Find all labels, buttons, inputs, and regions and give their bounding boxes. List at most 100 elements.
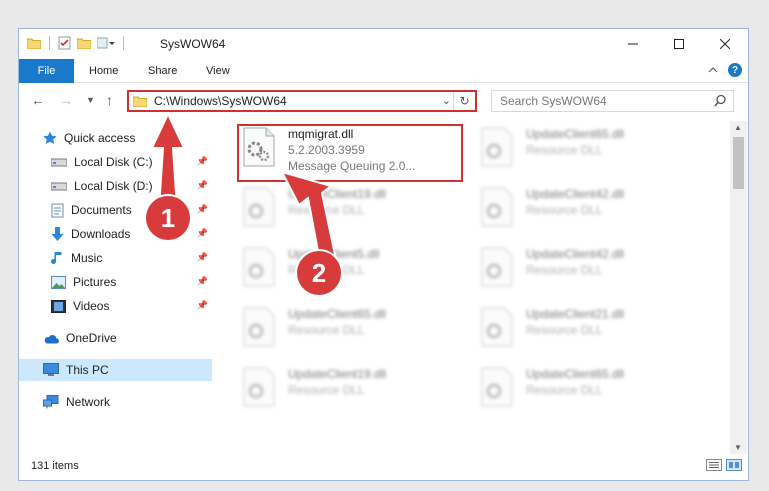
file-type: Resource DLL — [526, 143, 603, 157]
file-type: Resource DLL — [288, 323, 365, 337]
search-box[interactable]: Search SysWOW64 — [491, 90, 734, 112]
refresh-icon[interactable]: ↻ — [453, 92, 475, 110]
file-item[interactable]: UpdateClient5.dll Resource DLL — [236, 241, 464, 293]
file-name: UpdateClient19.dll — [288, 367, 387, 381]
pin-icon: 📌 — [196, 252, 208, 262]
file-item[interactable]: UpdateClient19.dll Resource DLL — [236, 181, 464, 233]
sidebar-item-label: Quick access — [64, 131, 136, 145]
sidebar-item-local-disk-d[interactable]: Local Disk (D:) 📌 — [19, 175, 212, 197]
tab-file[interactable]: File — [19, 59, 74, 83]
file-item[interactable]: UpdateClient42.dll Resource DLL — [474, 241, 702, 293]
sidebar-item-onedrive[interactable]: OneDrive — [19, 327, 212, 349]
pin-icon: 📌 — [196, 180, 208, 190]
pin-icon: 📌 — [196, 300, 208, 310]
sidebar-item-label: Documents — [71, 203, 132, 217]
file-item[interactable]: UpdateClient65.dll Resource DLL — [236, 301, 464, 353]
network-icon — [43, 395, 59, 409]
sidebar-item-network[interactable]: Network — [19, 391, 212, 413]
sidebar-item-pictures[interactable]: Pictures 📌 — [19, 271, 212, 293]
pin-icon: 📌 — [196, 228, 208, 238]
sidebar-item-label: Local Disk (C:) — [74, 155, 153, 169]
back-arrow-icon[interactable]: ← — [31, 92, 45, 108]
file-item[interactable]: UpdateClient19.dll Resource DLL — [236, 361, 464, 413]
file-name: UpdateClient42.dll — [526, 187, 625, 201]
window-title: SysWOW64 — [160, 37, 226, 51]
annotation-callout-1: 1 — [146, 196, 190, 240]
sidebar-item-label: Network — [66, 395, 111, 409]
toolbar-separator — [123, 36, 124, 50]
vertical-scrollbar[interactable]: ▲ ▼ — [730, 121, 747, 454]
navigation-bar: ← → ▼ ↑ C:\Windows\SysWOW64 ⌄ ↻ Search S… — [19, 84, 748, 118]
forward-arrow-icon[interactable]: → — [59, 92, 73, 108]
file-item[interactable]: UpdateClient42.dll Resource DLL — [474, 181, 702, 233]
title-bar: SysWOW64 — [19, 29, 748, 59]
videos-icon — [51, 299, 66, 313]
sidebar-item-label: Downloads — [71, 227, 131, 241]
sidebar-item-label: OneDrive — [66, 331, 117, 345]
sidebar-item-quick-access[interactable]: Quick access — [19, 127, 212, 149]
sidebar-item-this-pc[interactable]: This PC — [19, 359, 212, 381]
scroll-up-icon[interactable]: ▲ — [734, 123, 742, 132]
close-icon — [720, 39, 730, 49]
scroll-down-icon[interactable]: ▼ — [734, 443, 742, 452]
cloud-icon — [44, 334, 59, 343]
download-icon — [51, 226, 64, 241]
folder-icon — [27, 38, 41, 49]
sidebar-item-label: Local Disk (D:) — [74, 179, 153, 193]
ribbon: File Home Share View ? — [19, 59, 748, 83]
dll-file-icon — [481, 367, 513, 407]
file-item[interactable]: UpdateClient65.dll Resource DLL — [474, 121, 702, 173]
details-view-icon[interactable] — [706, 459, 722, 471]
dll-file-icon — [481, 247, 513, 287]
file-name: UpdateClient21.dll — [526, 307, 625, 321]
file-type: Resource DLL — [288, 203, 365, 217]
large-icons-view-icon[interactable] — [726, 459, 742, 471]
tab-share[interactable]: Share — [148, 59, 177, 83]
sidebar-item-label: Pictures — [73, 275, 117, 289]
new-folder-icon[interactable] — [77, 37, 91, 49]
address-path[interactable]: C:\Windows\SysWOW64 — [154, 94, 287, 108]
minimize-icon — [628, 43, 638, 45]
properties-icon[interactable] — [58, 36, 71, 50]
scrollbar-thumb[interactable] — [733, 137, 744, 189]
annotation-callout-2: 2 — [297, 251, 341, 295]
file-type: Resource DLL — [526, 263, 603, 277]
file-item[interactable]: UpdateClient21.dll Resource DLL — [474, 301, 702, 353]
music-icon — [51, 251, 62, 264]
dll-file-icon — [243, 187, 275, 227]
sidebar-item-videos[interactable]: Videos 📌 — [19, 295, 212, 317]
dll-file-icon — [243, 307, 275, 347]
sidebar-item-local-disk-c[interactable]: Local Disk (C:) 📌 — [19, 151, 212, 173]
tab-view[interactable]: View — [206, 59, 230, 83]
maximize-icon — [674, 39, 684, 49]
pin-icon: 📌 — [196, 204, 208, 214]
minimize-button[interactable] — [610, 29, 656, 59]
documents-icon — [51, 203, 64, 217]
dll-file-icon — [481, 187, 513, 227]
drive-icon — [51, 158, 67, 167]
view-switcher — [706, 459, 742, 471]
file-name: UpdateClient42.dll — [526, 247, 625, 261]
file-type: Resource DLL — [526, 203, 603, 217]
pin-icon: 📌 — [196, 276, 208, 286]
file-highlight-box — [237, 124, 463, 182]
tab-home[interactable]: Home — [89, 59, 118, 83]
dll-file-icon — [243, 247, 275, 287]
chevron-down-icon[interactable]: ⌄ — [442, 94, 451, 107]
up-arrow-icon[interactable]: ↑ — [106, 92, 113, 108]
maximize-button[interactable] — [656, 29, 702, 59]
computer-icon — [43, 363, 59, 376]
file-type: Resource DLL — [526, 383, 603, 397]
window-controls — [610, 29, 748, 59]
address-bar[interactable]: C:\Windows\SysWOW64 ⌄ ↻ — [127, 90, 477, 112]
sidebar-item-music[interactable]: Music 📌 — [19, 247, 212, 269]
customize-toolbar-icon[interactable] — [97, 37, 115, 49]
file-item[interactable]: UpdateClient65.dll Resource DLL — [474, 361, 702, 413]
search-placeholder: Search SysWOW64 — [500, 94, 607, 108]
pictures-icon — [51, 275, 66, 289]
help-button[interactable]: ? — [728, 63, 742, 77]
search-icon — [714, 94, 726, 107]
recent-locations-icon[interactable]: ▼ — [86, 95, 95, 105]
expand-ribbon-icon[interactable] — [708, 66, 718, 74]
close-button[interactable] — [702, 29, 748, 59]
